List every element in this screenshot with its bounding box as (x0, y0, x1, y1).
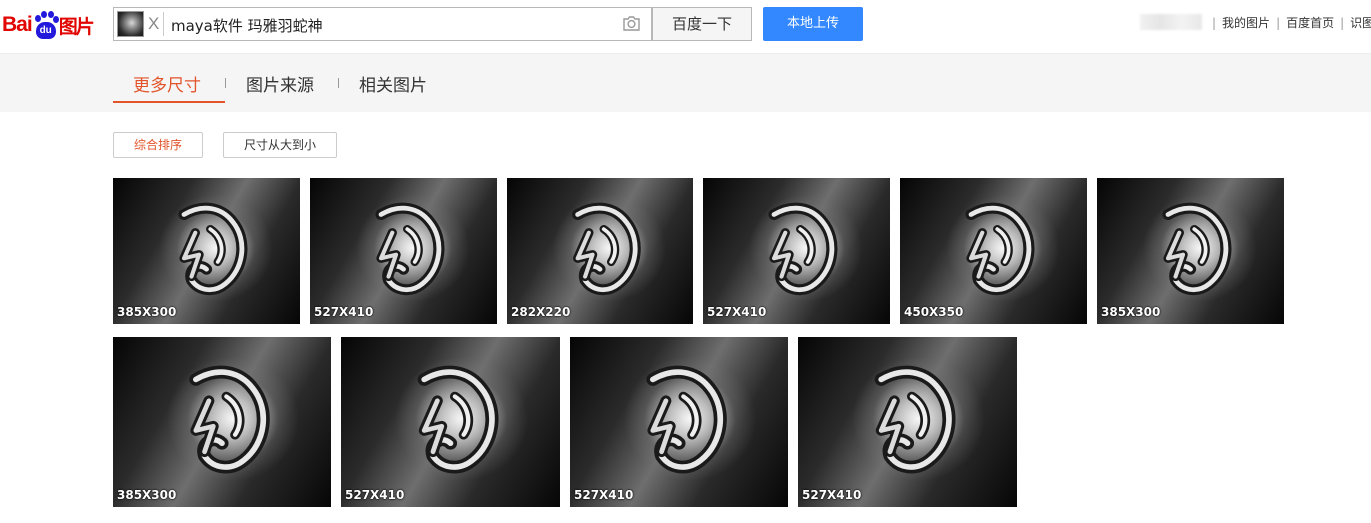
upload-local-button[interactable]: 本地上传 (763, 7, 863, 41)
image-size-label: 385X300 (117, 488, 177, 502)
divider (338, 78, 339, 88)
sort-default-button[interactable]: 综合排序 (113, 132, 203, 158)
logo-text-tupian: 图片 (58, 15, 95, 38)
query-image-thumbnail (117, 11, 144, 37)
logo-text-du: du (35, 22, 56, 39)
maya-logo-icon (375, 202, 445, 296)
camera-icon[interactable] (622, 15, 641, 32)
image-result[interactable]: 527X410 (570, 337, 788, 507)
search-input[interactable]: maya软件 玛雅羽蛇神 (171, 15, 323, 36)
tab-related-images[interactable]: 相关图片 (359, 71, 427, 96)
tab-image-source[interactable]: 图片来源 (246, 71, 314, 96)
image-size-label: 527X410 (314, 305, 374, 319)
image-result[interactable]: 527X410 (310, 178, 497, 324)
maya-logo-icon (768, 202, 838, 296)
baidu-home-link[interactable]: 百度首页 (1286, 16, 1334, 30)
tab-bar: 更多尺寸 图片来源 相关图片 (0, 53, 1371, 112)
image-result[interactable]: 527X410 (341, 337, 560, 507)
maya-logo-icon (572, 202, 641, 296)
divider (163, 12, 164, 36)
divider: | (1212, 16, 1217, 30)
top-links: | 我的图片 | 百度首页 | 识图 (1206, 14, 1371, 31)
image-size-label: 527X410 (574, 488, 634, 502)
image-result[interactable]: 282X220 (507, 178, 693, 324)
divider: | (1340, 16, 1345, 30)
username-blurred[interactable] (1140, 14, 1202, 30)
remove-query-image-button[interactable]: X (148, 14, 159, 34)
image-result[interactable]: 385X300 (1097, 178, 1284, 324)
maya-logo-icon (1162, 202, 1232, 296)
logo-text-bai: Bai (2, 13, 33, 36)
image-size-label: 385X300 (117, 305, 177, 319)
maya-logo-icon (178, 202, 248, 296)
image-result[interactable]: 385X300 (113, 337, 331, 507)
baidu-image-logo[interactable]: Bai du 图片 (2, 7, 95, 43)
image-result[interactable]: 527X410 (703, 178, 890, 324)
image-recognition-link[interactable]: 识图 (1350, 16, 1371, 30)
image-result[interactable]: 450X350 (900, 178, 1087, 324)
maya-logo-icon (874, 365, 956, 474)
image-size-label: 450X350 (904, 305, 964, 319)
maya-logo-icon (189, 365, 270, 474)
maya-logo-icon (417, 365, 499, 474)
image-size-label: 527X410 (707, 305, 767, 319)
divider: | (1276, 16, 1281, 30)
search-box[interactable]: X maya软件 玛雅羽蛇神 (113, 7, 652, 41)
paw-icon: du (33, 11, 59, 39)
image-size-label: 282X220 (511, 305, 571, 319)
image-size-label: 385X300 (1101, 305, 1161, 319)
image-result[interactable]: 385X300 (113, 178, 300, 324)
maya-logo-icon (965, 202, 1035, 296)
tab-more-sizes[interactable]: 更多尺寸 (133, 71, 201, 96)
header: Bai du 图片 X maya软件 玛雅羽蛇神 百度一下 本地上传 | 我的图片… (0, 0, 1371, 52)
my-images-link[interactable]: 我的图片 (1222, 16, 1270, 30)
search-button[interactable]: 百度一下 (652, 7, 752, 41)
active-tab-indicator (113, 101, 225, 103)
image-size-label: 527X410 (802, 488, 862, 502)
sort-size-desc-button[interactable]: 尺寸从大到小 (223, 132, 337, 158)
image-size-label: 527X410 (345, 488, 405, 502)
divider (225, 78, 226, 88)
maya-logo-icon (646, 365, 727, 474)
image-result[interactable]: 527X410 (798, 337, 1017, 507)
